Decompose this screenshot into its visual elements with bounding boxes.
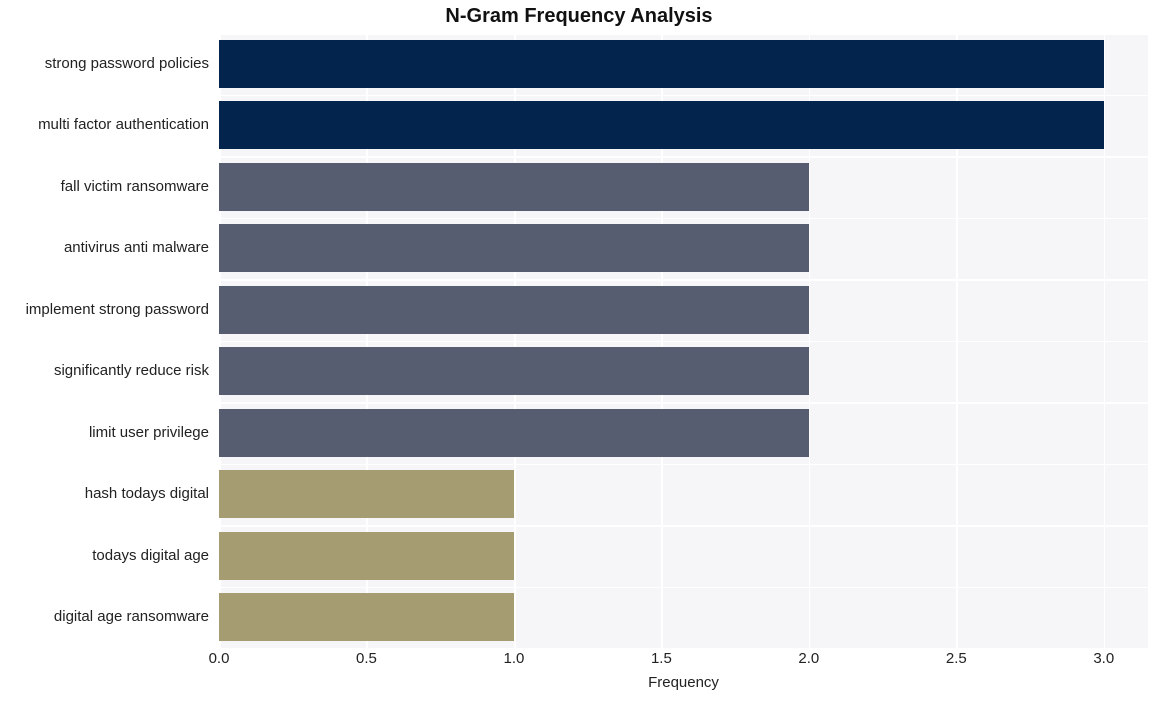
x-axis-tick-label: 2.5 [945,650,967,667]
y-axis-tick-label: digital age ransomware [53,608,209,626]
x-axis-tick-label: 0.0 [208,650,230,667]
y-gridline [219,217,1148,220]
bar [219,531,514,580]
y-gridline [219,156,1148,158]
bar [219,347,809,396]
bar [219,408,809,457]
bar [219,224,809,273]
x-axis-tick-label: 1.0 [503,650,525,667]
bar [219,470,514,519]
plot-area [219,33,1148,648]
y-gridline [219,525,1148,527]
y-axis-tick-label: antivirus anti malware [63,239,209,257]
y-gridline [219,586,1148,589]
y-axis-tick-label: todays digital age [92,546,209,564]
y-axis-tick-label: implement strong password [25,300,209,318]
bar [219,101,1104,150]
x-axis-tick-labels: 0.0 0.5 1.0 1.5 2.0 2.5 3.0 [209,650,1148,674]
y-axis-tick-labels: strong password policies multi factor aut… [0,33,209,648]
bar [219,285,809,334]
bar [219,162,809,211]
bar [219,593,514,642]
bar [219,39,1104,88]
y-axis-tick-label: significantly reduce risk [53,362,209,380]
chart-figure: N-Gram Frequency Analysis strong passwor… [0,0,1158,701]
chart-title: N-Gram Frequency Analysis [445,5,713,27]
y-gridline [219,279,1148,281]
x-axis-tick-label: 0.5 [356,650,377,667]
x-axis-tick-label: 2.0 [798,650,820,667]
y-axis-tick-label: strong password policies [44,54,209,72]
y-gridline [219,94,1148,97]
y-gridline [219,402,1148,404]
x-axis-tick-label: 1.5 [650,650,672,667]
y-axis-tick-label: hash todays digital [84,485,209,503]
y-gridline [219,340,1148,343]
y-axis-tick-label: fall victim ransomware [60,177,209,195]
y-axis-tick-label: limit user privilege [88,423,209,441]
y-gridline [219,33,1148,35]
y-axis-tick-label: multi factor authentication [38,116,209,134]
x-axis-title: Frequency [648,674,719,691]
x-axis-tick-label: 3.0 [1093,650,1115,667]
y-gridline [219,463,1148,466]
